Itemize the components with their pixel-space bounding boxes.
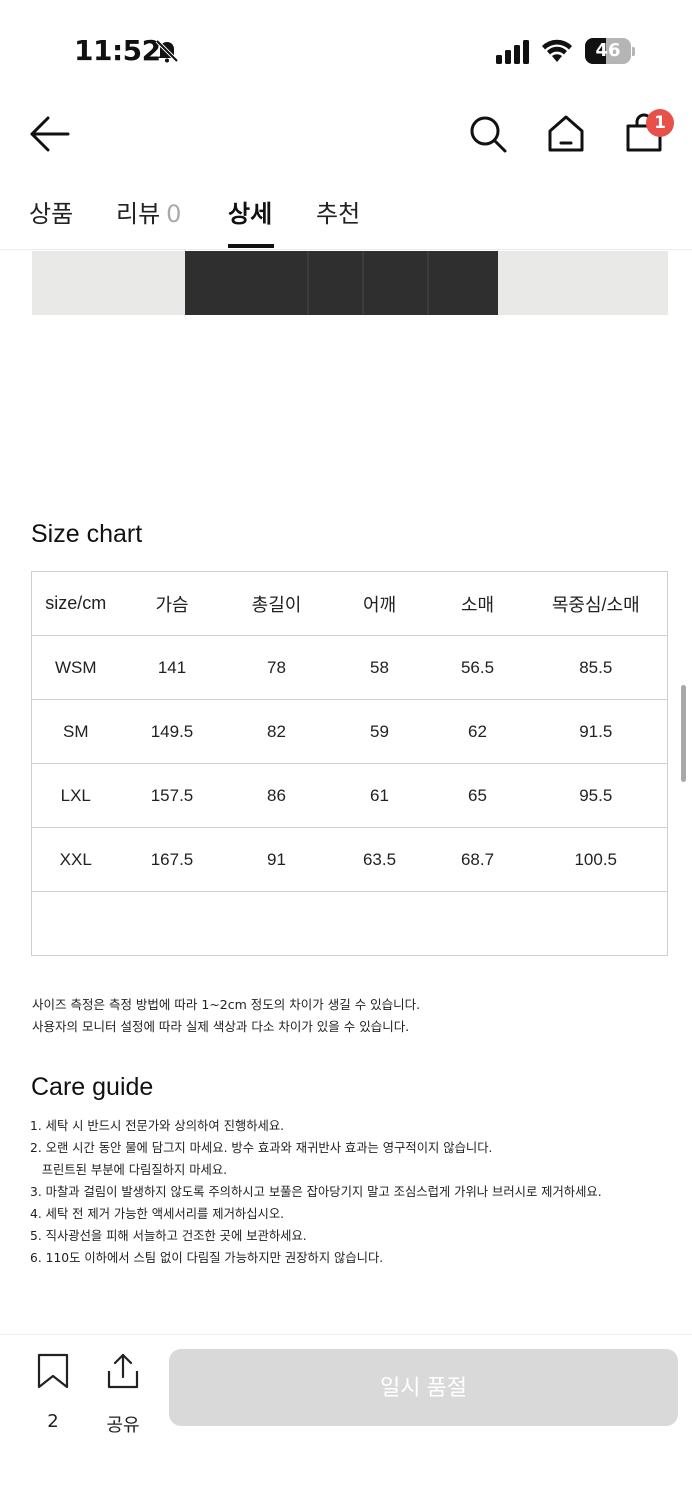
tab-recommend[interactable]: 추천	[316, 194, 360, 244]
top-nav	[0, 100, 692, 170]
header-cell: 가슴	[119, 571, 225, 636]
status-bar: 11:52 46	[0, 0, 692, 100]
tab-review[interactable]: 리뷰 0	[116, 194, 181, 244]
table-row: SM 149.5 82 59 62 91.5	[31, 699, 668, 764]
table-row-empty	[32, 892, 668, 956]
header-cell: 소매	[430, 571, 525, 636]
table-cell: 167.5	[119, 827, 225, 892]
table-cell: 149.5	[119, 699, 225, 764]
care-item: 프린트된 부분에 다림질하지 마세요.	[30, 1163, 228, 1177]
table-row: WSM 141 78 58 56.5 85.5	[31, 635, 668, 700]
product-image	[32, 251, 668, 315]
care-item: 1. 세탁 시 반드시 전문가와 상의하여 진행하세요.	[30, 1119, 285, 1133]
bottom-action-bar: 2 공유 일시 품절	[0, 1334, 692, 1500]
table-row: XXL 167.5 91 63.5 68.7 100.5	[31, 827, 668, 892]
battery-indicator: 46	[585, 38, 635, 64]
table-row: LXL 157.5 86 61 65 95.5	[31, 763, 668, 828]
bell-off-icon	[155, 39, 179, 63]
tab-product[interactable]: 상품	[29, 194, 73, 244]
care-item: 3. 마찰과 걸림이 발생하지 않도록 주의하시고 보풀은 잡아당기지 말고 조…	[30, 1185, 602, 1199]
signal-icon	[496, 40, 529, 64]
bookmark-count: 2	[47, 1411, 59, 1432]
tab-label: 상품	[29, 200, 74, 228]
coat-hem	[185, 251, 498, 315]
wifi-icon	[542, 39, 572, 62]
tab-label: 상세	[228, 200, 273, 228]
table-cell: LXL	[31, 763, 120, 828]
bookmark-icon	[37, 1353, 69, 1389]
care-guide-title: Care guide	[31, 1073, 154, 1101]
share-label: 공유	[106, 1415, 140, 1436]
table-cell: 141	[119, 635, 225, 700]
table-header-row: size/cm 가슴 총길이 어깨 소매 목중심/소매	[31, 571, 668, 636]
cart-count-badge: 1	[646, 109, 674, 137]
scrollbar[interactable]	[681, 685, 686, 782]
table-cell: 91.5	[524, 699, 668, 764]
header-cell: 목중심/소매	[524, 571, 668, 636]
table-cell: 78	[224, 635, 329, 700]
header-cell: 어깨	[328, 571, 431, 636]
soldout-button[interactable]: 일시 품절	[169, 1349, 678, 1426]
care-item: 4. 세탁 전 제거 가능한 액세서리를 제거하십시오.	[30, 1207, 285, 1221]
tab-detail[interactable]: 상세	[228, 194, 272, 244]
back-arrow-icon[interactable]	[28, 114, 72, 154]
table-cell: 62	[430, 699, 525, 764]
search-icon[interactable]	[466, 112, 510, 156]
size-chart-title: Size chart	[31, 520, 143, 548]
table-cell: 157.5	[119, 763, 225, 828]
tab-bar: 상품 리뷰 0 상세 추천	[0, 180, 692, 250]
table-cell: XXL	[31, 827, 120, 892]
table-cell: 56.5	[430, 635, 525, 700]
status-time: 11:52	[74, 34, 161, 67]
table-cell: 85.5	[524, 635, 668, 700]
size-notes: 사이즈 측정은 측정 방법에 따라 1~2cm 정도의 차이가 생길 수 있습니…	[32, 994, 420, 1038]
tab-label: 추천	[316, 200, 361, 228]
share-button[interactable]: 공유	[100, 1353, 146, 1436]
home-icon[interactable]	[544, 112, 588, 156]
size-chart-table: size/cm 가슴 총길이 어깨 소매 목중심/소매 WSM 141 78 5…	[31, 571, 668, 956]
care-guide-list: 1. 세탁 시 반드시 전문가와 상의하여 진행하세요. 2. 오랜 시간 동안…	[30, 1115, 602, 1269]
tab-label: 리뷰	[116, 200, 161, 228]
table-cell: 95.5	[524, 763, 668, 828]
table-cell: 68.7	[430, 827, 525, 892]
note-line: 사이즈 측정은 측정 방법에 따라 1~2cm 정도의 차이가 생길 수 있습니…	[32, 997, 421, 1012]
table-cell: SM	[31, 699, 120, 764]
table-cell: 91	[224, 827, 329, 892]
active-tab-indicator	[228, 244, 274, 248]
table-cell: 100.5	[524, 827, 668, 892]
battery-level: 46	[595, 40, 621, 61]
table-cell: 59	[328, 699, 431, 764]
table-cell: WSM	[31, 635, 120, 700]
table-cell: 86	[224, 763, 329, 828]
share-icon	[107, 1353, 139, 1389]
note-line: 사용자의 모니터 설정에 따라 실제 색상과 다소 차이가 있을 수 있습니다.	[32, 1019, 410, 1034]
table-cell: 82	[224, 699, 329, 764]
care-item: 5. 직사광선을 피해 서늘하고 건조한 곳에 보관하세요.	[30, 1229, 307, 1243]
table-cell: 63.5	[328, 827, 431, 892]
header-cell: 총길이	[224, 571, 329, 636]
review-count: 0	[166, 200, 182, 228]
bookmark-button[interactable]: 2	[30, 1353, 76, 1432]
table-cell: 65	[430, 763, 525, 828]
care-item: 2. 오랜 시간 동안 물에 담그지 마세요. 방수 효과와 재귀반사 효과는 …	[30, 1141, 493, 1155]
header-cell: size/cm	[31, 571, 120, 636]
table-cell: 61	[328, 763, 431, 828]
care-item: 6. 110도 이하에서 스팀 없이 다림질 가능하지만 권장하지 않습니다.	[30, 1251, 384, 1265]
table-cell: 58	[328, 635, 431, 700]
